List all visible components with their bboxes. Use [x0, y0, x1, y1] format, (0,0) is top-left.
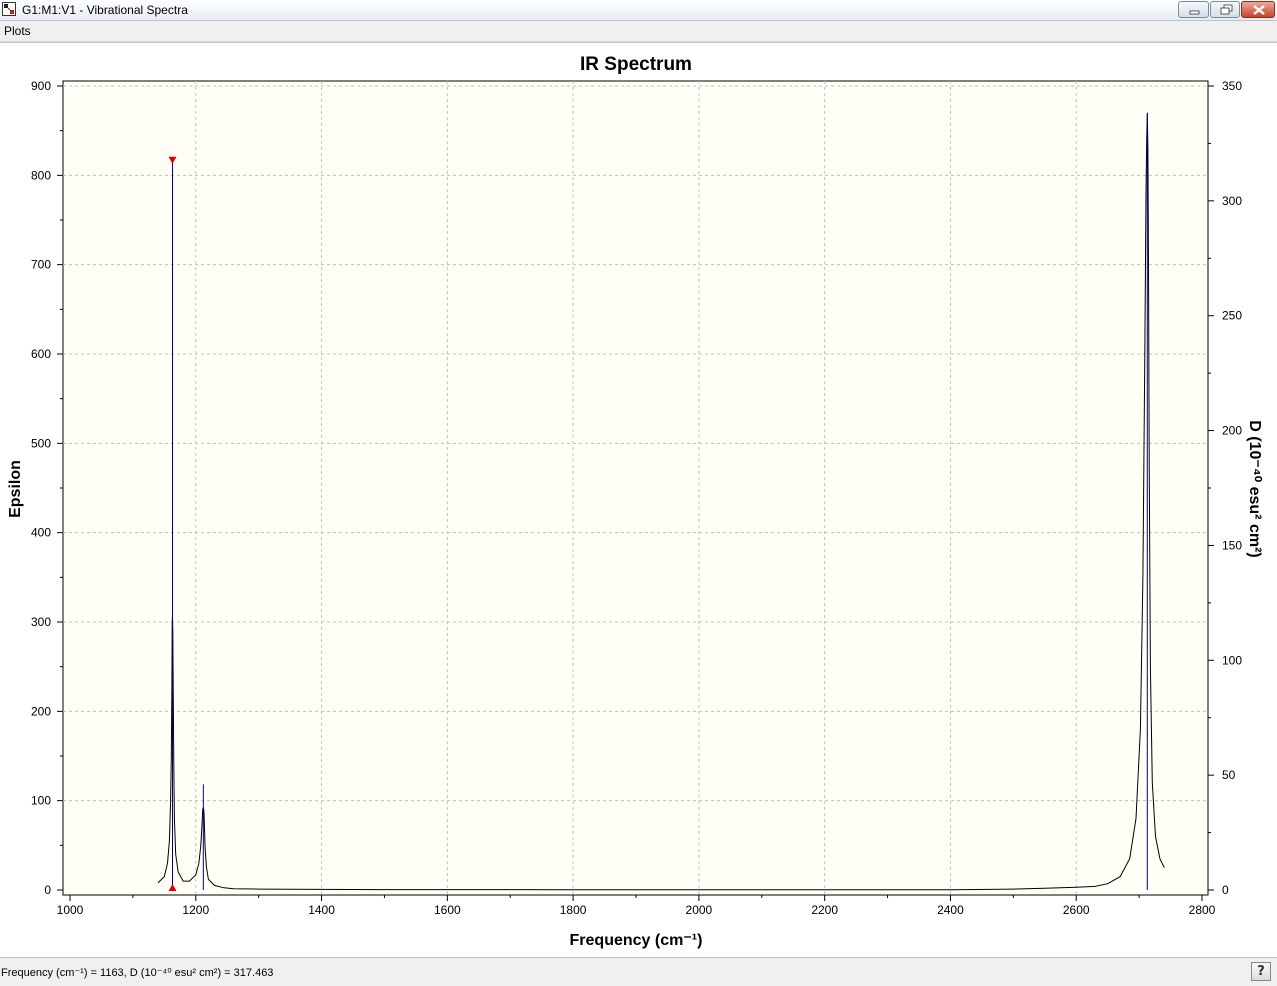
x-tick-label: 1800 — [560, 903, 587, 917]
close-icon — [1253, 5, 1265, 15]
y-tick-label: 200 — [31, 704, 51, 718]
x-tick-label: 2600 — [1063, 903, 1090, 917]
y-axis-label: Epsilon — [7, 460, 24, 518]
y2-tick-label: 200 — [1222, 424, 1242, 438]
x-tick-label: 2400 — [937, 903, 964, 917]
y2-tick-label: 50 — [1222, 768, 1236, 782]
help-icon: ? — [1257, 964, 1265, 979]
y-tick-label: 800 — [31, 168, 51, 182]
x-tick-label: 2000 — [686, 903, 713, 917]
menu-bar: Plots — [0, 21, 1277, 42]
minimize-icon — [1189, 10, 1200, 15]
help-button[interactable]: ? — [1251, 962, 1271, 981]
x-tick-label: 1200 — [182, 903, 209, 917]
restore-icon — [1220, 4, 1233, 15]
x-axis-label: Frequency (cm⁻¹) — [570, 932, 703, 949]
y-tick-label: 900 — [31, 79, 51, 93]
y2-tick-label: 150 — [1222, 538, 1242, 552]
y-tick-label: 300 — [31, 615, 51, 629]
x-tick-label: 1400 — [308, 903, 335, 917]
y-tick-label: 600 — [31, 347, 51, 361]
y-tick-label: 400 — [31, 526, 51, 540]
plot-area[interactable]: 1000 1200 1400 1600 1800 2000 2200 2400 2600 2800… — [0, 42, 1277, 957]
restore-button[interactable] — [1210, 1, 1240, 18]
minimize-button[interactable] — [1178, 1, 1209, 18]
x-tick-label: 1600 — [434, 903, 461, 917]
x-tick-label: 2800 — [1189, 903, 1216, 917]
y2-tick-label: 0 — [1222, 883, 1229, 897]
window-title: G1:M1:V1 - Vibrational Spectra — [22, 3, 188, 17]
x-tick-label: 2200 — [811, 903, 838, 917]
status-bar: Frequency (cm⁻¹) = 1163, D (10⁻⁴⁰ esu² c… — [0, 957, 1277, 986]
y2-tick-label: 250 — [1222, 309, 1242, 323]
title-bar[interactable]: G1:M1:V1 - Vibrational Spectra — [0, 0, 1277, 21]
menu-plots[interactable]: Plots — [3, 24, 32, 38]
y-tick-label: 100 — [31, 794, 51, 808]
y2-tick-label: 350 — [1222, 79, 1242, 93]
y2-tick-label: 100 — [1222, 653, 1242, 667]
close-button[interactable] — [1241, 1, 1275, 18]
chart-title: IR Spectrum — [580, 54, 692, 75]
plot-background — [62, 80, 1209, 896]
y2-tick-label: 300 — [1222, 194, 1242, 208]
y2-axis-label: D (10⁻⁴⁰ esu² cm²) — [1246, 420, 1263, 557]
y-tick-label: 500 — [31, 436, 51, 450]
x-tick-label: 1000 — [57, 903, 84, 917]
y-tick-label: 0 — [44, 883, 51, 897]
app-icon — [2, 2, 16, 16]
y-tick-label: 700 — [31, 258, 51, 272]
status-readout: Frequency (cm⁻¹) = 1163, D (10⁻⁴⁰ esu² c… — [1, 967, 274, 979]
ir-spectrum-chart[interactable]: 1000 1200 1400 1600 1800 2000 2200 2400 2600 2800… — [0, 43, 1277, 957]
